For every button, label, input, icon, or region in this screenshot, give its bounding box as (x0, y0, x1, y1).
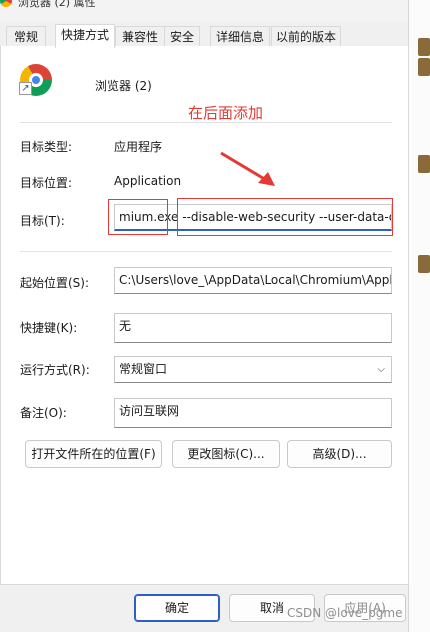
shortcut-name: 浏览器 (2) (95, 79, 152, 93)
annotation-arrow-icon (220, 151, 275, 186)
start-in-input[interactable]: C:\Users\love_\AppData\Local\Chromium\Ap… (114, 267, 392, 294)
target-location-label: 目标位置: (20, 176, 73, 190)
tab-compatibility[interactable]: 兼容性 (115, 26, 165, 47)
tab-shortcut[interactable]: 快捷方式 (55, 24, 115, 48)
run-select-value: 常规窗口 (119, 362, 168, 376)
tab-previous-versions[interactable]: 以前的版本 (271, 26, 341, 47)
annotation-text: 在后面添加 (188, 104, 264, 122)
run-select[interactable]: 常规窗口 ⌵ (114, 356, 392, 383)
start-in-label: 起始位置(S): (20, 276, 90, 290)
ok-button[interactable]: 确定 (134, 594, 220, 622)
target-type-value: 应用程序 (114, 140, 163, 154)
chrome-icon (0, 0, 12, 7)
target-label: 目标(T): (20, 214, 65, 228)
background-window-edge (408, 0, 430, 632)
annotation-box (177, 198, 393, 236)
comment-input[interactable]: 访问互联网 (114, 398, 392, 428)
change-icon-button[interactable]: 更改图标(C)... (172, 440, 280, 468)
divider (20, 122, 392, 123)
target-location-value: Application (114, 174, 182, 188)
tab-details[interactable]: 详细信息 (210, 26, 270, 47)
chevron-down-icon: ⌵ (377, 364, 385, 375)
tab-bar: 常规 快捷方式 兼容性 安全 详细信息 以前的版本 (0, 24, 408, 48)
annotation-box (108, 199, 168, 235)
target-type-label: 目标类型: (20, 140, 73, 154)
shortcut-arrow-icon: ↗ (19, 82, 32, 95)
background-thumbnail (418, 255, 430, 273)
advanced-button[interactable]: 高级(D)... (287, 440, 392, 468)
tab-general[interactable]: 常规 (6, 26, 46, 47)
open-file-location-button[interactable]: 打开文件所在的位置(F) (25, 440, 162, 468)
divider (20, 251, 392, 252)
hotkey-label: 快捷键(K): (20, 321, 78, 335)
background-thumbnail (418, 155, 430, 173)
run-label: 运行方式(R): (20, 363, 90, 377)
background-thumbnail (418, 58, 430, 76)
window-title: 浏览器 (2) 属性 (18, 0, 96, 9)
tab-security[interactable]: 安全 (164, 26, 200, 47)
title-bar: 浏览器 (2) 属性 (0, 0, 408, 22)
comment-label: 备注(O): (20, 406, 67, 420)
hotkey-input[interactable]: 无 (114, 313, 392, 343)
watermark: CSDN @love_pgme (287, 606, 403, 620)
background-thumbnail (418, 38, 430, 56)
